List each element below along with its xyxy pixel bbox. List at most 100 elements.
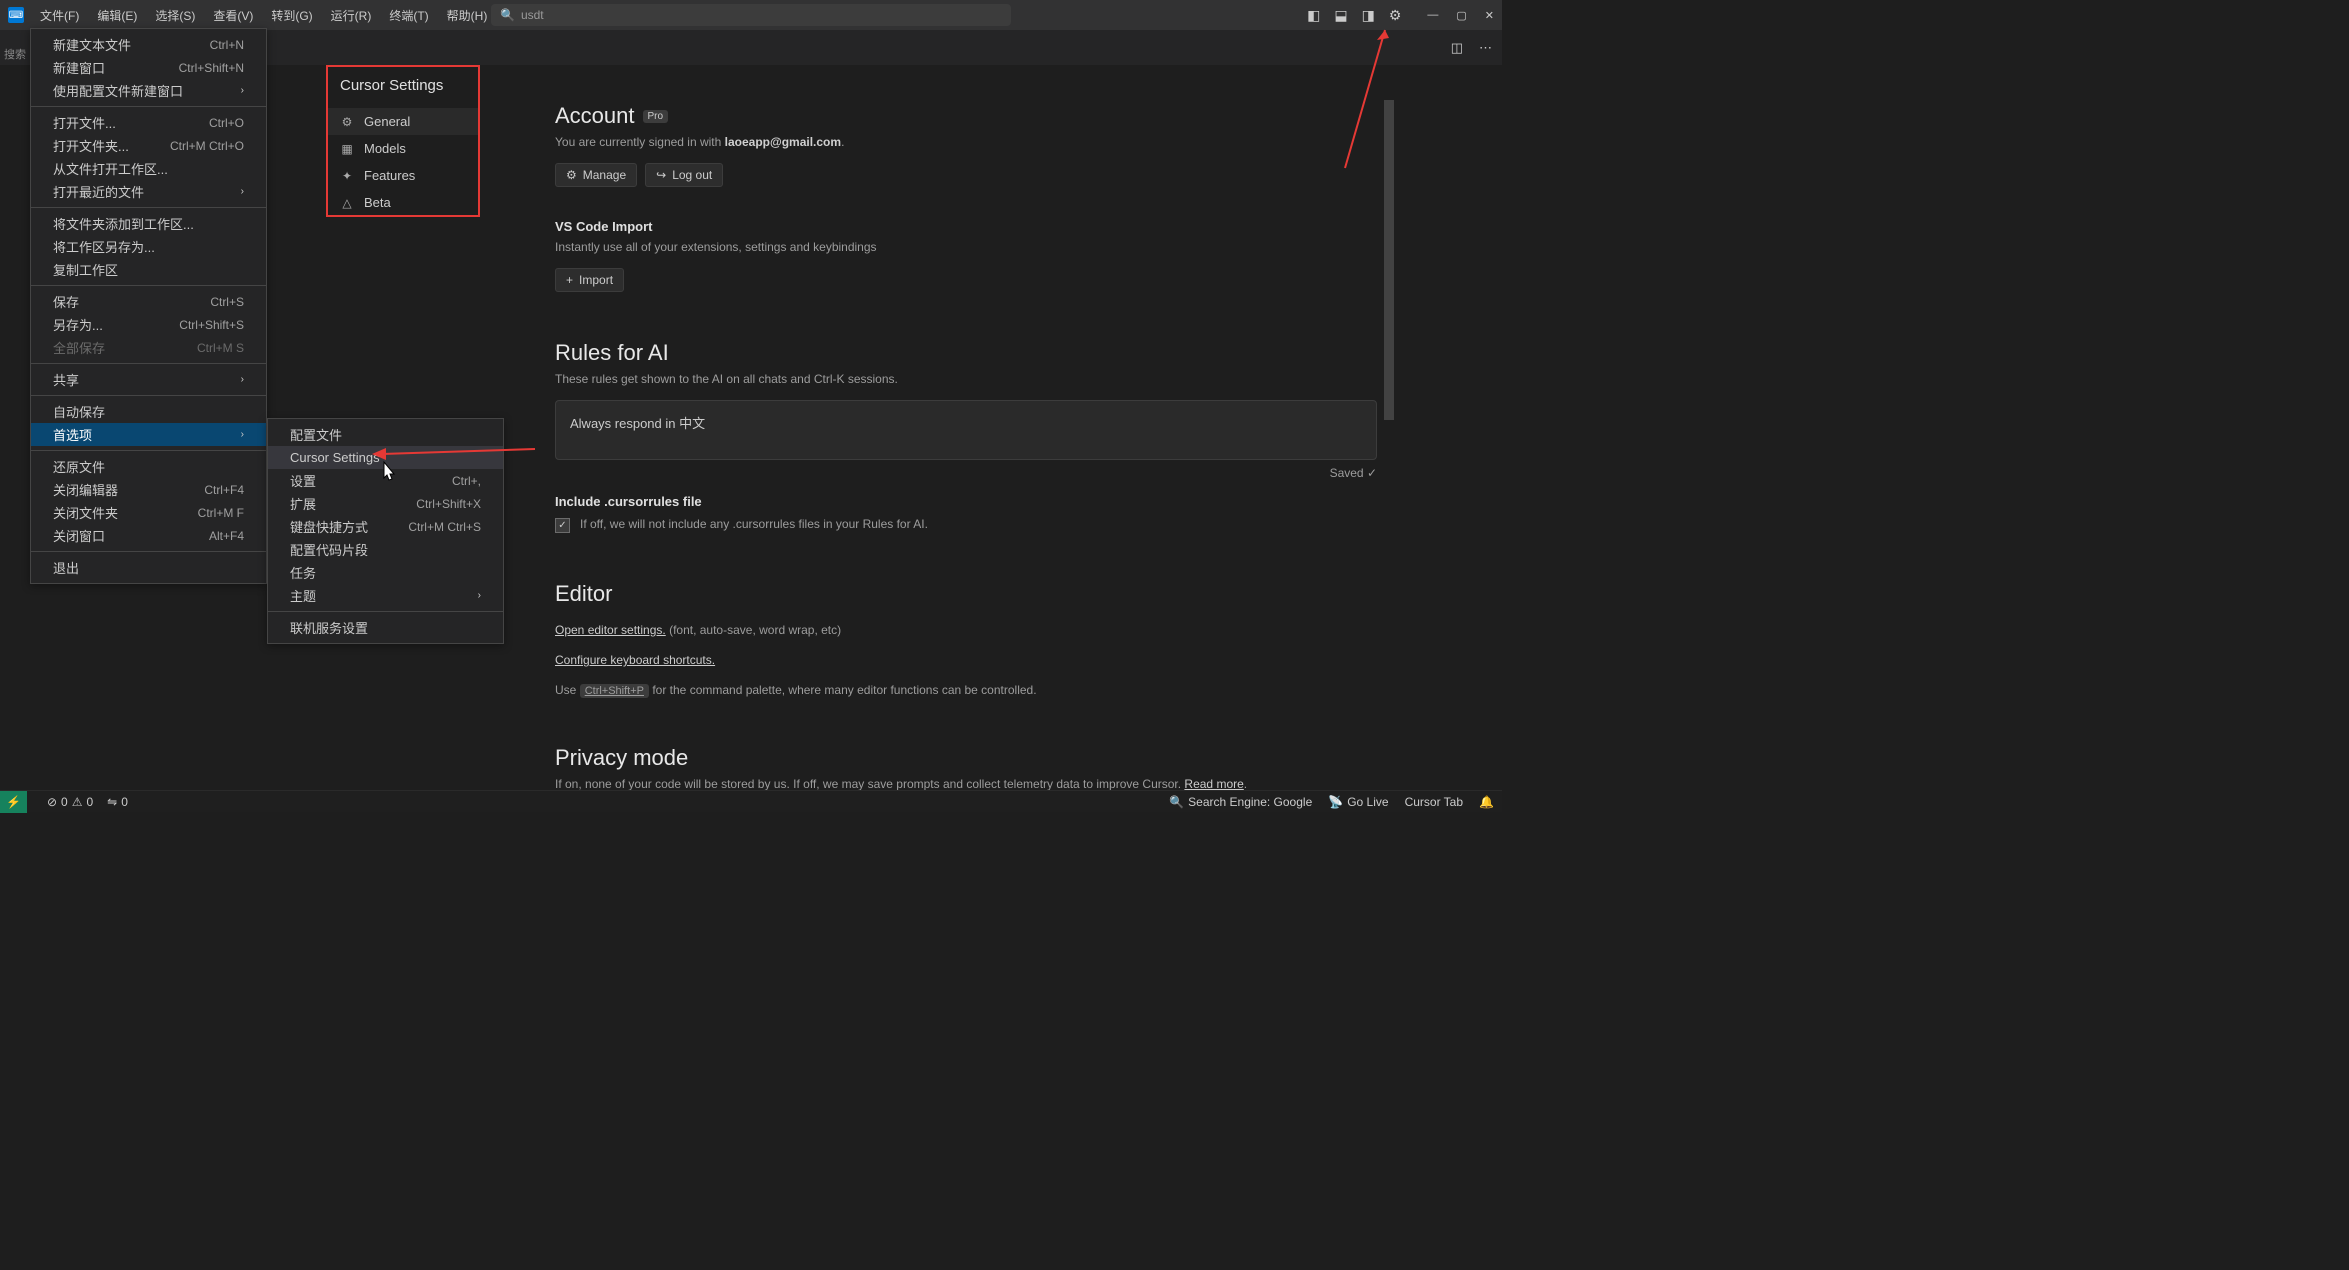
chevron-right-icon: › (241, 374, 244, 385)
ports-icon: ⇋ (107, 795, 117, 809)
settings-body: Account Pro You are currently signed in … (555, 95, 1387, 790)
saved-indicator: Saved ✓ (555, 466, 1377, 480)
pref-menu-item[interactable]: 扩展Ctrl+Shift+X (268, 492, 503, 515)
file-menu-item[interactable]: 关闭文件夹 Ctrl+M F (31, 501, 266, 524)
file-menu-item[interactable]: 复制工作区 (31, 258, 266, 281)
settings-nav-beta[interactable]: △ Beta (326, 189, 480, 216)
rules-desc: These rules get shown to the AI on all c… (555, 372, 1377, 386)
manage-button[interactable]: ⚙Manage (555, 163, 637, 187)
remote-indicator[interactable]: ⚡ (0, 791, 27, 813)
pref-menu-item[interactable]: 任务 (268, 561, 503, 584)
file-menu-item[interactable]: 打开文件...Ctrl+O (31, 111, 266, 134)
privacy-title: Privacy mode (555, 745, 1377, 771)
menu-item-label: 从文件打开工作区... (53, 159, 168, 178)
menu-view[interactable]: 查看(V) (205, 3, 261, 28)
logout-button[interactable]: ↪Log out (645, 163, 723, 187)
layout-left-icon[interactable]: ◧ (1307, 7, 1320, 24)
menu-shortcut: Alt+F4 (209, 529, 244, 543)
statusbar: ⚡ ⊘0 ⚠0 ⇋0 🔍Search Engine: Google 📡Go Li… (0, 790, 1502, 812)
menu-run[interactable]: 运行(R) (323, 3, 380, 28)
pref-menu-item[interactable]: Cursor Settings (268, 446, 503, 469)
scrollbar-thumb[interactable] (1384, 100, 1394, 420)
read-more-link[interactable]: Read more (1184, 777, 1243, 790)
include-cursorrules-desc: If off, we will not include any .cursorr… (580, 517, 928, 531)
file-menu-item[interactable]: 首选项› (31, 423, 266, 446)
menu-goto[interactable]: 转到(G) (263, 3, 320, 28)
menu-item-label: 主题 (290, 586, 316, 605)
file-menu-item[interactable]: 另存为...Ctrl+Shift+S (31, 313, 266, 336)
menu-item-label: 自动保存 (53, 402, 105, 421)
file-menu-item[interactable]: 打开文件夹...Ctrl+M Ctrl+O (31, 134, 266, 157)
menu-item-label: Cursor Settings (290, 450, 380, 465)
window-close[interactable]: ✕ (1485, 9, 1494, 22)
menu-edit[interactable]: 编辑(E) (89, 3, 145, 28)
open-editor-settings-link[interactable]: Open editor settings. (555, 623, 666, 637)
pref-menu-item[interactable]: 主题 › (268, 584, 503, 607)
window-maximize[interactable]: ▢ (1456, 9, 1466, 22)
include-cursorrules-title: Include .cursorrules file (555, 494, 1377, 509)
settings-nav-models[interactable]: ▦ Models (326, 135, 480, 162)
file-menu-item[interactable]: 将工作区另存为... (31, 235, 266, 258)
file-menu-item[interactable]: 保存Ctrl+S (31, 290, 266, 313)
file-menu-item[interactable]: 退出 (31, 556, 266, 579)
file-menu-item[interactable]: 从文件打开工作区... (31, 157, 266, 180)
menu-item-label: 关闭编辑器 (53, 480, 118, 499)
menu-item-label: 打开文件夹... (53, 136, 129, 155)
settings-nav-features[interactable]: ✦ Features (326, 162, 480, 189)
pref-menu-item[interactable]: 联机服务设置 (268, 616, 503, 639)
file-menu-item[interactable]: 还原文件 (31, 455, 266, 478)
gear-icon[interactable]: ⚙ (1389, 7, 1402, 24)
menu-file[interactable]: 文件(F) (32, 3, 87, 28)
file-menu-item[interactable]: 共享› (31, 368, 266, 391)
menu-item-label: 将文件夹添加到工作区... (53, 214, 194, 233)
search-icon: 🔍 (500, 8, 515, 22)
file-menu-item[interactable]: 将文件夹添加到工作区... (31, 212, 266, 235)
chevron-right-icon: › (478, 590, 481, 601)
menu-item-label: 打开文件... (53, 113, 116, 132)
search-input[interactable]: 🔍 usdt (491, 4, 1011, 26)
go-live-button[interactable]: 📡Go Live (1328, 795, 1388, 809)
problems-indicator[interactable]: ⊘0 ⚠0 (47, 795, 93, 809)
pref-menu-item[interactable]: 配置代码片段 (268, 538, 503, 561)
file-menu-item[interactable]: 关闭窗口Alt+F4 (31, 524, 266, 547)
split-editor-icon[interactable]: ◫ (1451, 40, 1463, 56)
rules-title: Rules for AI (555, 340, 1377, 366)
features-icon: ✦ (340, 169, 354, 183)
configure-shortcuts-link[interactable]: Configure keyboard shortcuts. (555, 653, 715, 667)
ports-indicator[interactable]: ⇋0 (107, 795, 128, 809)
menu-terminal[interactable]: 终端(T) (381, 3, 436, 28)
file-menu-item[interactable]: 新建文本文件Ctrl+N (31, 33, 266, 56)
search-text: usdt (521, 8, 544, 22)
menu-item-label: 还原文件 (53, 457, 105, 476)
cmd-palette-kbd: Ctrl+Shift+P (580, 684, 649, 698)
pref-menu-item[interactable]: 设置Ctrl+, (268, 469, 503, 492)
pref-menu-item[interactable]: 配置文件 (268, 423, 503, 446)
file-menu-item[interactable]: 关闭编辑器Ctrl+F4 (31, 478, 266, 501)
cursor-tab-indicator[interactable]: Cursor Tab (1405, 795, 1463, 809)
pref-menu-item[interactable]: 键盘快捷方式Ctrl+M Ctrl+S (268, 515, 503, 538)
settings-nav-general[interactable]: ⚙ General (326, 108, 480, 135)
plus-icon: + (566, 273, 573, 287)
app-icon: ⌨ (8, 7, 24, 23)
rules-textarea[interactable]: Always respond in 中文 (555, 400, 1377, 460)
menu-help[interactable]: 帮助(H) (439, 3, 496, 28)
import-button[interactable]: +Import (555, 268, 624, 292)
chevron-right-icon: › (241, 429, 244, 440)
menu-item-label: 联机服务设置 (290, 618, 368, 637)
include-cursorrules-checkbox[interactable]: ✓ (555, 518, 570, 533)
more-actions-icon[interactable]: ⋯ (1479, 40, 1492, 56)
notifications-icon[interactable]: 🔔 (1479, 795, 1494, 809)
file-menu-item[interactable]: 打开最近的文件› (31, 180, 266, 203)
window-minimize[interactable]: — (1427, 9, 1438, 22)
search-engine-indicator[interactable]: 🔍Search Engine: Google (1169, 795, 1312, 809)
layout-right-icon[interactable]: ◨ (1362, 7, 1375, 24)
file-menu-item[interactable]: 使用配置文件新建窗口› (31, 79, 266, 102)
menu-item-label: 关闭文件夹 (53, 503, 118, 522)
search-icon: 🔍 (1169, 795, 1184, 809)
layout-bottom-icon[interactable]: ⬓ (1334, 7, 1347, 24)
file-menu-item[interactable]: 自动保存 (31, 400, 266, 423)
menu-select[interactable]: 选择(S) (147, 3, 203, 28)
file-menu-item[interactable]: 新建窗口Ctrl+Shift+N (31, 56, 266, 79)
menu-shortcut: Ctrl+M F (198, 506, 244, 520)
menu-separator (31, 450, 266, 451)
